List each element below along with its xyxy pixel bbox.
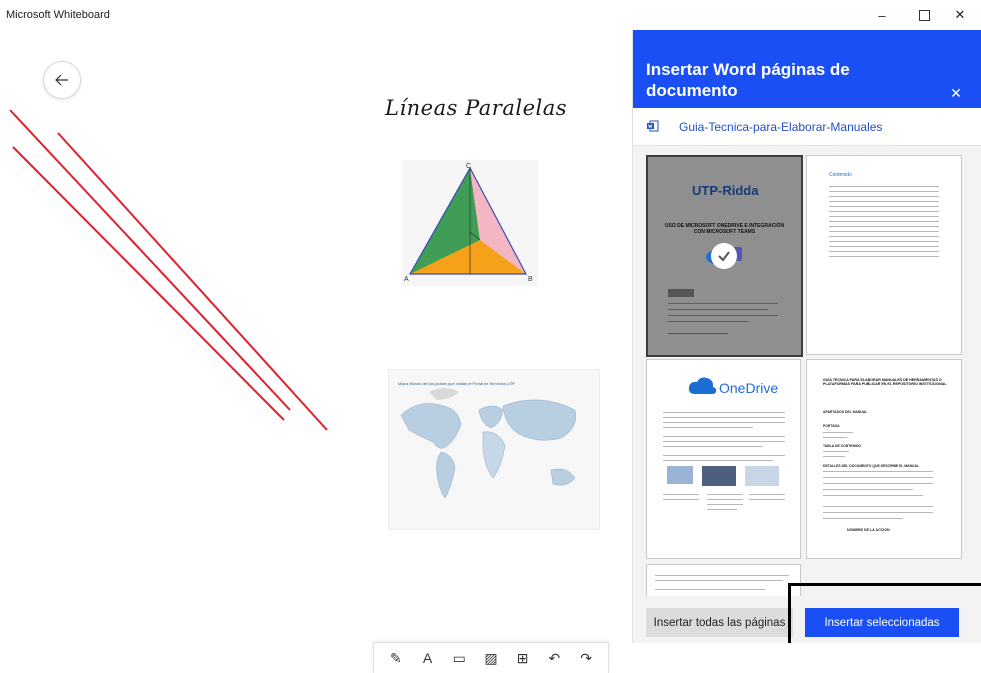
- page-4-heading: GUÍA TÉCNICA PARA ELABORAR MANUALES DE H…: [823, 378, 947, 387]
- close-icon: ✕: [950, 84, 962, 101]
- add-tool-button[interactable]: ⊞: [511, 646, 535, 670]
- add-icon: ⊞: [516, 649, 529, 666]
- text-tool-button[interactable]: A: [416, 646, 440, 670]
- undo-tool-button[interactable]: ↶: [542, 646, 566, 670]
- pen-tool-button[interactable]: ✎: [384, 646, 408, 670]
- screenshot-thumbnail: [667, 466, 693, 484]
- vertex-a-label: A: [404, 276, 409, 283]
- page-4-section-4: DETALLES DEL DOCUMENTO QUE DESCRIBE EL M…: [823, 464, 920, 468]
- page-4-section-3: TABLA DE CONTENIDO: [823, 444, 862, 448]
- note-icon: ▭: [452, 649, 466, 666]
- minimize-button[interactable]: –: [862, 0, 902, 30]
- page-2-heading: Contenido: [829, 172, 852, 178]
- title-bar: Microsoft Whiteboard – ✕: [0, 0, 981, 30]
- page-4-section-1: APARTADOS DEL MANUAL: [823, 410, 868, 414]
- page-thumbnail-2[interactable]: Contenido: [806, 155, 962, 355]
- panel-header: Insertar Word páginas de documento ✕: [633, 30, 981, 108]
- insert-all-pages-button[interactable]: Insertar todas las páginas: [646, 608, 793, 637]
- drawing-toolbar: ✎ A ▭ ▨ ⊞ ↶ ↷: [373, 642, 609, 673]
- text-icon: A: [422, 650, 433, 666]
- document-row: Guia-Tecnica-para-Elaborar-Manuales: [633, 108, 981, 146]
- back-button[interactable]: [43, 61, 81, 99]
- vertex-b-label: B: [528, 276, 533, 283]
- word-doc-icon: [647, 120, 659, 132]
- onedrive-logo-text: OneDrive: [719, 380, 779, 396]
- page-1-heading: USO DE MICROSOFT ONEDRIVE E INTEGRACIÓN …: [664, 223, 785, 235]
- selected-check-icon: [711, 243, 737, 269]
- panel-close-button[interactable]: ✕: [947, 84, 965, 102]
- maximize-icon: [918, 9, 930, 21]
- screenshot-thumbnail: [745, 466, 779, 486]
- parallel-lines-ink[interactable]: [0, 110, 340, 470]
- onedrive-cloud-icon: [688, 377, 717, 394]
- arrow-left-icon: [55, 74, 68, 86]
- redo-icon: ↷: [580, 649, 592, 666]
- close-window-button[interactable]: ✕: [940, 0, 980, 30]
- insert-word-panel: Insertar Word páginas de documento ✕ Gui…: [632, 30, 981, 643]
- utp-ridda-logo: UTP-Ridda: [692, 183, 759, 198]
- image-icon: ▨: [484, 649, 498, 666]
- screenshot-thumbnail: [702, 466, 736, 486]
- page-4-footer: NOMBRE DE LA ACCIÓN: [847, 528, 890, 532]
- minimize-icon: –: [878, 7, 886, 23]
- close-icon: ✕: [954, 7, 966, 22]
- board-title[interactable]: Líneas Paralelas: [385, 96, 567, 120]
- panel-footer: Insertar todas las páginas Insertar sele…: [633, 596, 981, 643]
- app-title: Microsoft Whiteboard: [6, 9, 110, 21]
- vertex-c-label: C: [466, 163, 471, 170]
- image-tool-button[interactable]: ▨: [479, 646, 503, 670]
- page-4-section-2: PORTADA: [823, 424, 840, 428]
- redo-tool-button[interactable]: ↷: [574, 646, 598, 670]
- page-thumbnail-1[interactable]: UTP-Ridda USO DE MICROSOFT ONEDRIVE E IN…: [646, 155, 803, 357]
- pen-icon: ✎: [389, 649, 402, 666]
- undo-icon: ↶: [548, 649, 561, 666]
- document-name[interactable]: Guia-Tecnica-para-Elaborar-Manuales: [679, 120, 882, 134]
- whiteboard-canvas[interactable]: Líneas Paralelas C A B Mapa Mundo del lo…: [0, 30, 632, 673]
- page-thumbnail-3[interactable]: OneDrive: [646, 359, 801, 559]
- note-tool-button[interactable]: ▭: [447, 646, 471, 670]
- maximize-button[interactable]: [904, 0, 944, 30]
- page-thumbnail-4[interactable]: GUÍA TÉCNICA PARA ELABORAR MANUALES DE H…: [806, 359, 962, 559]
- panel-title: Insertar Word páginas de documento: [646, 60, 850, 100]
- insert-selected-button[interactable]: Insertar seleccionadas: [805, 608, 959, 637]
- world-map-image[interactable]: Mapa Mundo del los países que visitan el…: [388, 369, 600, 530]
- page-thumbnails[interactable]: UTP-Ridda USO DE MICROSOFT ONEDRIVE E IN…: [633, 146, 981, 596]
- page-thumbnail-5[interactable]: [646, 564, 801, 596]
- triangle-image[interactable]: C A B: [402, 160, 538, 286]
